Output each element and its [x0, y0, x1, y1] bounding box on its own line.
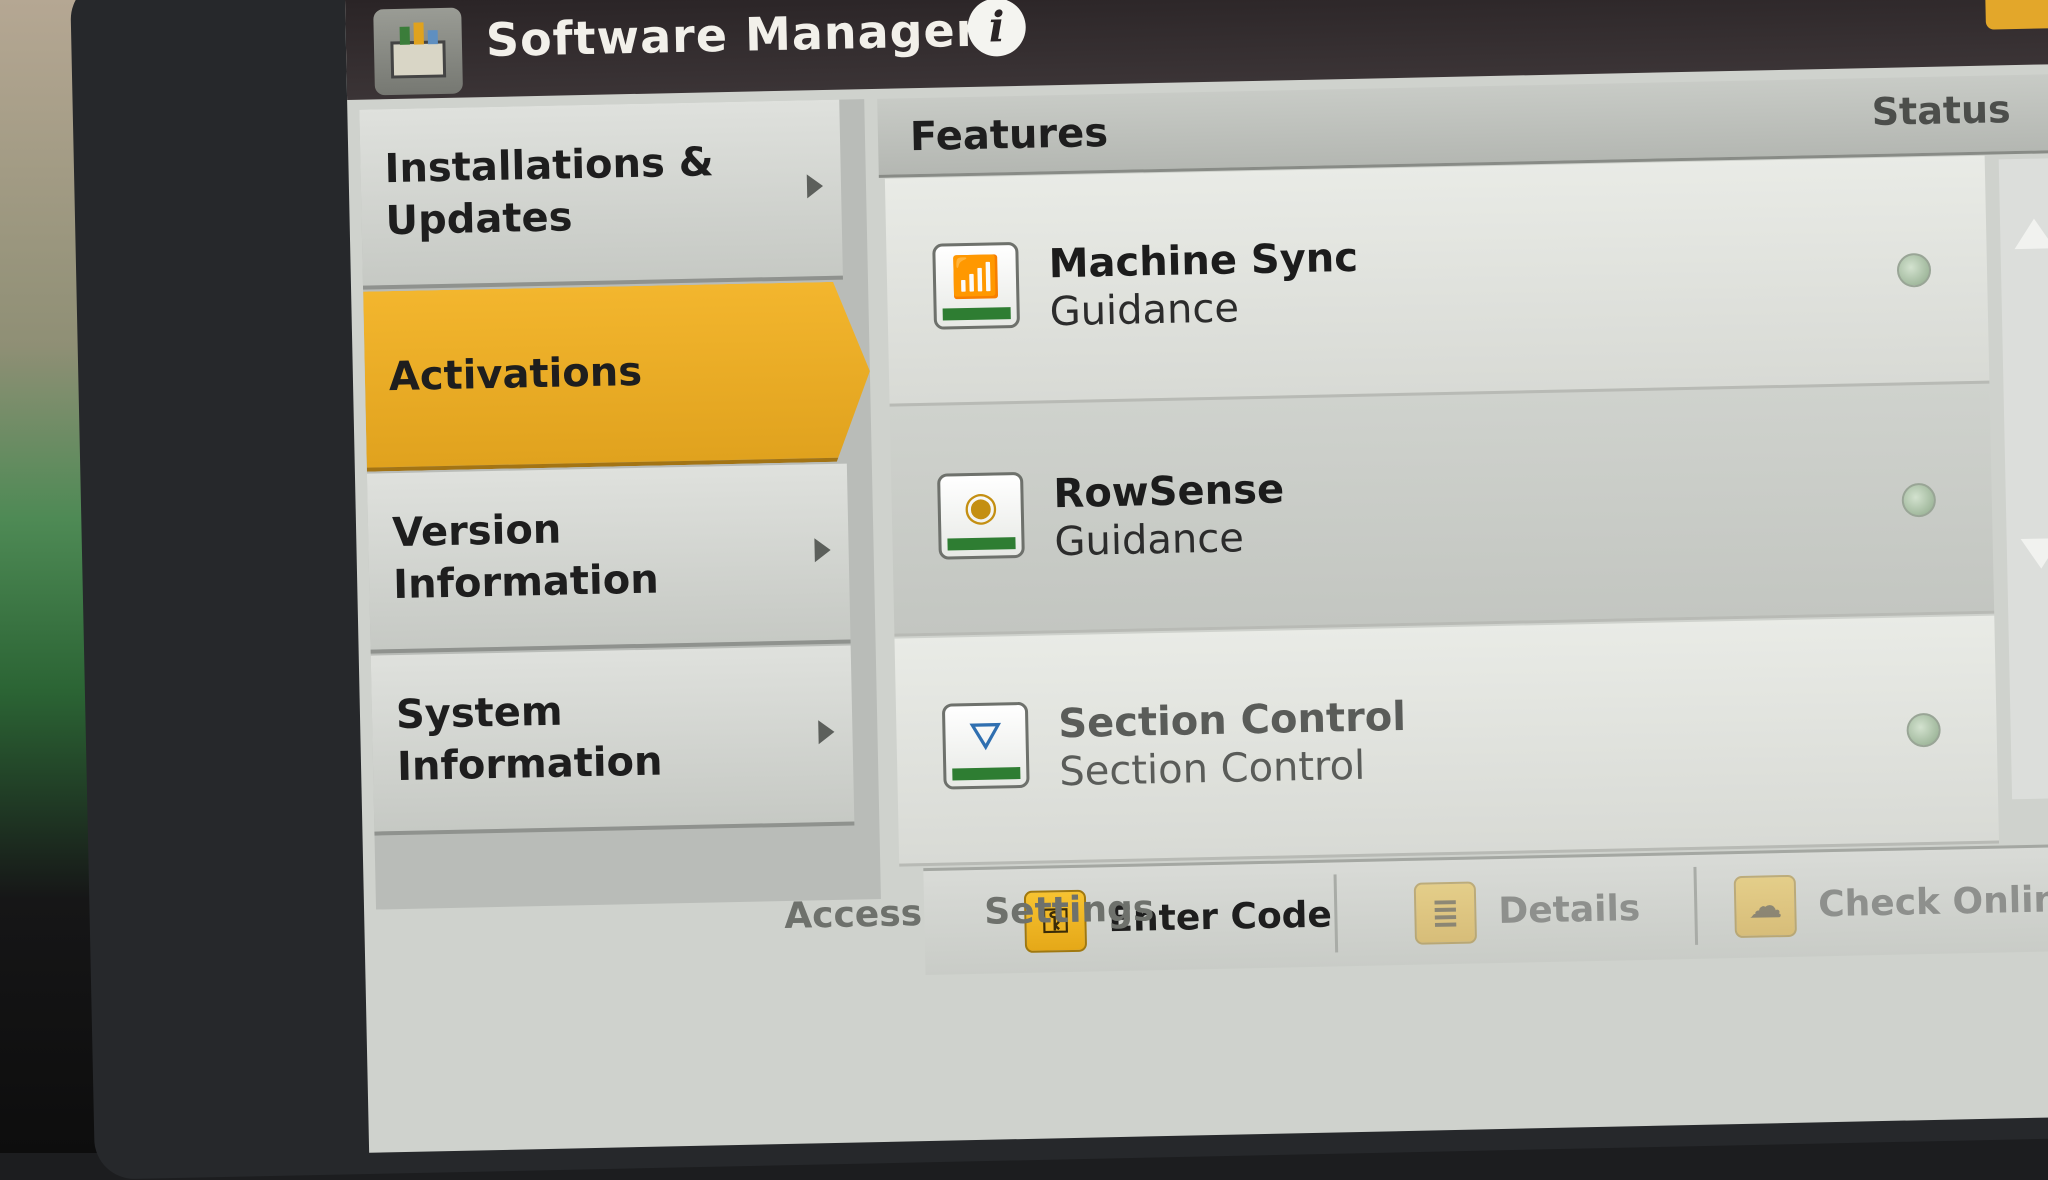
chevron-right-icon [818, 719, 835, 745]
sidebar-item-activations[interactable]: Activations [363, 281, 872, 472]
scroll-up-icon[interactable] [2013, 218, 2048, 250]
sidebar-item-label: Installations & Updates [384, 139, 715, 245]
section-control-icon: ⛛ [941, 701, 1030, 790]
feature-row-rowsense[interactable]: ◉ RowSense Guidance [889, 385, 1995, 637]
chevron-right-icon [814, 537, 831, 563]
machine-sync-icon: 📶 [932, 241, 1021, 330]
info-icon[interactable]: i [967, 0, 1027, 57]
feature-category: Section Control [1058, 742, 1366, 796]
feature-row-section-control[interactable]: ⛛ Section Control Section Control [894, 615, 2000, 867]
chevron-right-icon [806, 174, 824, 199]
feature-name: RowSense [1053, 466, 1285, 518]
feature-row-machine-sync[interactable]: 📶 Machine Sync Guidance [884, 155, 1990, 407]
sidebar: Installations & Updates Activations Vers… [359, 99, 881, 910]
divider [1333, 874, 1339, 953]
rowsense-icon: ◉ [937, 471, 1025, 560]
sidebar-item-version-information[interactable]: Version Information [366, 463, 851, 654]
divider [1693, 866, 1699, 945]
access-label: Access [783, 893, 923, 937]
scrollbar[interactable] [1998, 158, 2048, 800]
sidebar-item-label: Activations [388, 348, 643, 401]
cloud-icon: ☁ [1733, 874, 1797, 939]
check-online-button[interactable]: ☁ Check Online [1733, 857, 2048, 948]
feature-name: Section Control [1057, 693, 1407, 748]
status-column-header: Status [1871, 87, 2012, 135]
sidebar-item-installations-updates[interactable]: Installations & Updates [359, 99, 843, 290]
close-icon: ✕ [2007, 0, 2047, 13]
settings-label: Settings [983, 888, 1155, 933]
features-column-header: Features [909, 110, 1109, 161]
scroll-down-icon[interactable] [2020, 538, 2048, 570]
check-online-label: Check Online [1817, 878, 2048, 926]
feature-name: Machine Sync [1048, 234, 1359, 288]
sidebar-item-system-information[interactable]: System Information [370, 645, 855, 836]
feature-category: Guidance [1054, 515, 1245, 566]
status-indicator [1896, 252, 1932, 288]
document-icon: ≣ [1413, 881, 1478, 945]
sidebar-item-label: System Information [395, 688, 663, 791]
window-title: Software Manager [485, 2, 980, 68]
features-panel: Features Status 📶 Machine Sync Guidance … [877, 74, 2048, 998]
details-label: Details [1497, 888, 1641, 933]
status-indicator [1906, 712, 1941, 748]
close-button[interactable]: ✕ [1984, 0, 2048, 30]
software-manager-app-icon [373, 7, 463, 96]
feature-category: Guidance [1049, 285, 1240, 336]
sidebar-item-label: Version Information [391, 506, 660, 609]
display-screen: Software Manager i ✕ Installations & Upd… [345, 0, 2048, 1153]
status-indicator [1901, 482, 1937, 518]
details-button[interactable]: ≣ Details [1413, 865, 1675, 954]
